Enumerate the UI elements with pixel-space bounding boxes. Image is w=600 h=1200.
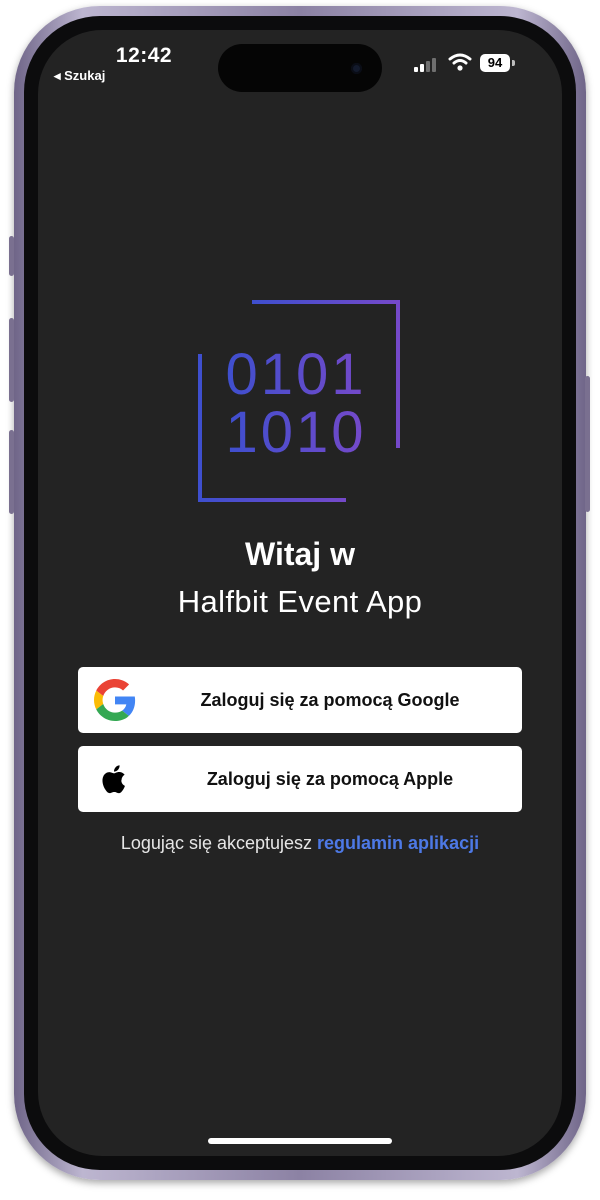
- volume-up-button: [9, 318, 14, 402]
- status-time: 12:42: [115, 44, 173, 67]
- apple-login-button[interactable]: Zaloguj się za pomocą Apple: [78, 746, 522, 812]
- front-camera-icon: [351, 63, 362, 74]
- app-name-title: Halfbit Event App: [177, 584, 423, 619]
- apple-icon: [102, 765, 125, 794]
- battery-tip: [512, 60, 515, 66]
- welcome-heading: Witaj w: [245, 536, 355, 572]
- cellular-signal-icon: [414, 56, 440, 72]
- battery-indicator: 94: [480, 54, 510, 72]
- logo-binary-line-1: 0101: [225, 342, 366, 407]
- app-screen: 12:42 ◂ Szukaj 94 0101 1010 Witaj w Half…: [38, 30, 562, 1156]
- back-to-search-link[interactable]: ◂ Szukaj: [54, 68, 105, 84]
- google-icon: [94, 679, 136, 721]
- apple-login-label: Zaloguj się za pomocą Apple: [206, 769, 454, 789]
- logo-binary-line-2: 1010: [225, 400, 366, 465]
- halfbit-logo: 0101 1010: [198, 300, 400, 502]
- google-login-button[interactable]: Zaloguj się za pomocą Google: [78, 667, 522, 733]
- action-button: [9, 236, 14, 276]
- terms-prefix: Logując się akceptujesz: [120, 833, 313, 853]
- terms-notice: Logując się akceptujesz regulamin aplika…: [38, 833, 562, 854]
- wifi-icon: [448, 53, 472, 71]
- home-indicator[interactable]: [208, 1138, 392, 1144]
- power-button: [585, 376, 590, 512]
- google-login-label: Zaloguj się za pomocą Google: [200, 690, 460, 710]
- dynamic-island: [218, 44, 382, 92]
- volume-down-button: [9, 430, 14, 514]
- terms-link[interactable]: regulamin aplikacji: [317, 833, 479, 853]
